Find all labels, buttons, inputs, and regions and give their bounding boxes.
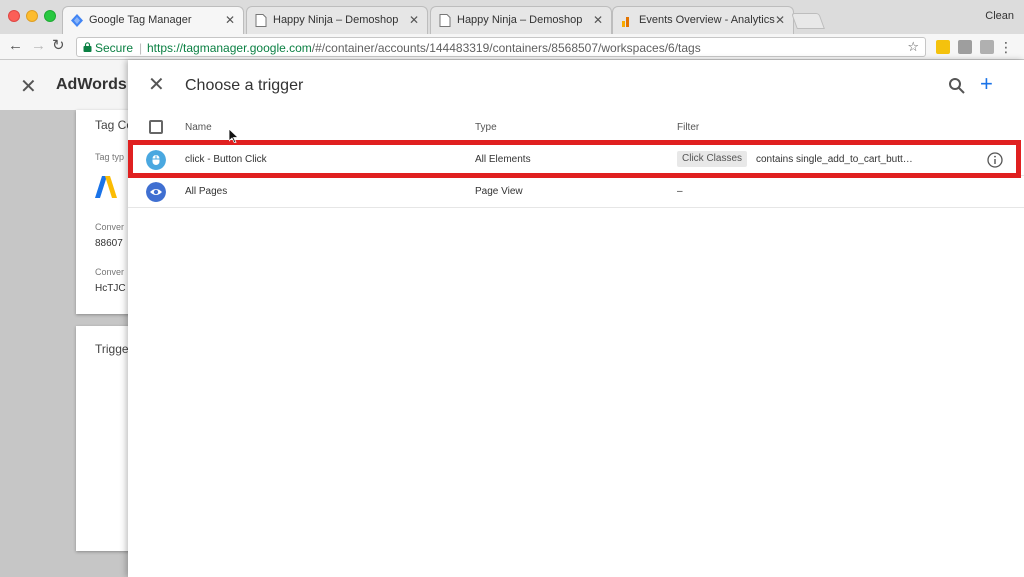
trigger-type: Page View — [475, 186, 523, 197]
close-icon[interactable]: ✕ — [20, 74, 37, 99]
reload-icon[interactable]: ↻ — [52, 38, 65, 54]
tab-close-icon[interactable]: ✕ — [409, 13, 419, 27]
pageview-eye-icon — [146, 182, 166, 202]
tab-close-icon[interactable]: ✕ — [225, 13, 235, 27]
tag-editor-title: AdWords — [56, 76, 127, 93]
filter-condition: contains single_add_to_cart_butt… — [756, 154, 913, 165]
extension-icon[interactable] — [958, 40, 972, 54]
conversion-id-label: Conver — [95, 222, 125, 232]
adwords-logo-icon — [95, 176, 117, 198]
trigger-name: All Pages — [185, 186, 228, 197]
conversion-label-label: Conver — [95, 267, 125, 277]
column-header-type[interactable]: Type — [475, 122, 497, 133]
extension-icon[interactable] — [980, 40, 994, 54]
address-bar[interactable]: Secure | https://tagmanager.google.com/#… — [76, 37, 926, 57]
tab-label: Google Tag Manager — [89, 14, 192, 26]
extension-icon[interactable] — [936, 40, 950, 54]
trigger-name: click - Button Click — [185, 154, 267, 165]
column-header-name[interactable]: Name — [185, 122, 212, 133]
url-host: tagmanager.google.com — [183, 41, 312, 55]
new-tab-button[interactable] — [791, 13, 825, 29]
filter-text: – — [677, 186, 683, 197]
back-arrow-icon[interactable]: ← — [8, 38, 23, 54]
tag-type-label: Tag typ — [95, 152, 125, 162]
filter-variable-chip: Click Classes — [677, 151, 748, 167]
info-icon[interactable] — [987, 152, 1003, 168]
tab-label: Events Overview - Analytics — [639, 14, 775, 26]
gtm-diamond-icon — [71, 14, 83, 27]
tab-happy-ninja-2[interactable]: Happy Ninja – Demoshop ✕ — [430, 6, 612, 34]
lock-icon — [83, 42, 92, 52]
window-zoom-button[interactable] — [44, 10, 56, 22]
table-row[interactable]: click - Button Click All Elements Click … — [128, 144, 1024, 176]
close-icon[interactable]: ✕ — [148, 75, 165, 95]
tab-close-icon[interactable]: ✕ — [593, 13, 603, 27]
tab-label: Happy Ninja – Demoshop — [273, 14, 399, 26]
tab-events-overview-analytics[interactable]: Events Overview - Analytics ✕ — [612, 6, 794, 34]
mouse-cursor-icon — [229, 129, 239, 143]
card-title: Trigge — [95, 342, 129, 356]
bookmark-star-icon[interactable]: ☆ — [907, 39, 919, 55]
tab-close-icon[interactable]: ✕ — [775, 13, 785, 27]
browser-toolbar: ← → ↻ Secure | https://tagmanager.google… — [0, 34, 1024, 60]
page-icon — [439, 14, 451, 27]
url-text: https://tagmanager.google.com/#/containe… — [147, 41, 701, 55]
add-trigger-icon[interactable]: + — [980, 72, 993, 96]
tag-configuration-card[interactable]: Tag Co Tag typ Conver 88607 Conver HcTJC — [76, 110, 136, 314]
analytics-icon — [622, 17, 629, 27]
browser-profile-name[interactable]: Clean — [985, 10, 1014, 22]
column-header-filter[interactable]: Filter — [677, 122, 699, 133]
url-separator: | — [139, 41, 143, 55]
tab-happy-ninja-1[interactable]: Happy Ninja – Demoshop ✕ — [246, 6, 428, 34]
table-row[interactable]: All Pages Page View – — [128, 176, 1024, 208]
table-header: Name Type Filter — [128, 112, 1024, 142]
url-scheme: https:// — [147, 41, 184, 55]
tab-label: Happy Ninja – Demoshop — [457, 14, 583, 26]
browser-menu-icon[interactable]: ⋮ — [999, 39, 1014, 56]
trigger-type: All Elements — [475, 154, 531, 165]
conversion-id-value: 88607 — [95, 238, 123, 249]
triggering-card[interactable]: Trigge — [76, 326, 136, 551]
page-icon — [255, 14, 267, 27]
select-all-checkbox[interactable] — [149, 120, 163, 134]
secure-label: Secure — [95, 41, 134, 55]
window-minimize-button[interactable] — [26, 10, 38, 22]
url-path: /#/container/accounts/144483319/containe… — [311, 41, 701, 55]
forward-arrow-icon[interactable]: → — [31, 38, 46, 54]
conversion-label-value: HcTJC — [95, 283, 126, 294]
tag-editor-header: ✕ AdWords — [0, 60, 128, 110]
window-close-button[interactable] — [8, 10, 20, 22]
click-trigger-icon — [146, 150, 166, 170]
panel-title: Choose a trigger — [185, 77, 304, 94]
choose-trigger-panel: ✕ Choose a trigger + Name Type Filter cl… — [128, 60, 1024, 577]
tab-google-tag-manager[interactable]: Google Tag Manager ✕ — [62, 6, 244, 34]
search-icon[interactable] — [948, 77, 966, 95]
browser-tab-bar: Google Tag Manager ✕ Happy Ninja – Demos… — [0, 0, 1024, 34]
